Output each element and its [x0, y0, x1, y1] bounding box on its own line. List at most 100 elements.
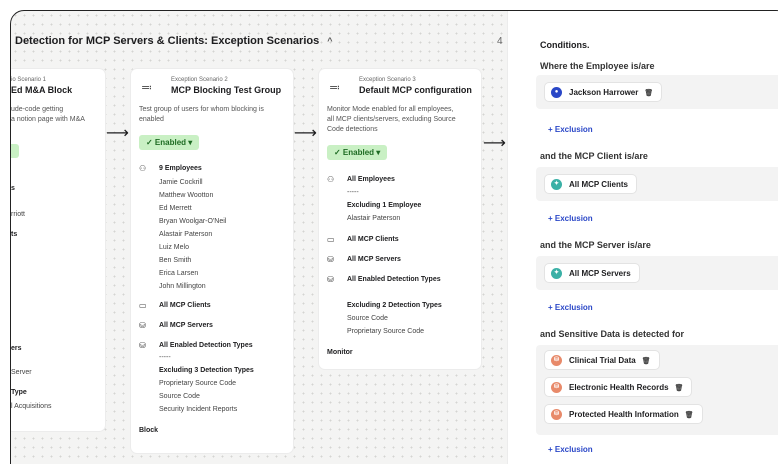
trash-icon[interactable]: 🗑	[685, 411, 694, 419]
database-icon: ⛁	[551, 382, 562, 393]
database-icon: ⛁	[551, 355, 562, 366]
enabled-status-dropdown[interactable]: ✓ Enabled ▾	[139, 135, 200, 150]
database-icon: ⛁	[327, 255, 334, 264]
conditions-panel: Conditions. Where the Employee is/are ● J…	[507, 11, 778, 464]
people-icon: ⚇	[327, 175, 335, 184]
mcp-icon: ✦	[551, 179, 562, 190]
action-label: Monitor	[327, 349, 353, 356]
excluded-type: Proprietary Source Code	[347, 328, 425, 335]
rule-row: s	[11, 185, 15, 192]
employees-heading: 9 Employees	[159, 165, 202, 172]
trash-icon[interactable]: 🗑	[675, 384, 684, 392]
trash-icon[interactable]: 🗑	[644, 89, 653, 97]
chevron-up-icon[interactable]: ^	[327, 36, 332, 46]
section-header[interactable]: Detection for MCP Servers & Clients: Exc…	[15, 35, 332, 47]
sensitive-data-chip[interactable]: ⛁ Protected Health Information 🗑	[544, 404, 703, 424]
employee-name: John Millington	[159, 283, 206, 290]
database-icon: ⛁	[327, 275, 334, 284]
chip-label: Jackson Harrower	[569, 88, 639, 97]
database-icon: ⛁	[551, 409, 562, 420]
employee-name: Matthew Wootton	[159, 192, 214, 199]
scenario-desc-line: enabled	[139, 116, 164, 123]
rule-row: l Acquisitions	[11, 403, 52, 410]
mcp-servers-chip[interactable]: ✦ All MCP Servers	[544, 263, 640, 283]
chip-label: Clinical Trial Data	[569, 356, 636, 365]
mcp-servers-row: All MCP Servers	[159, 322, 213, 329]
monitor-icon: ▭	[139, 301, 147, 310]
employee-name: Erica Larsen	[159, 270, 199, 277]
monitor-icon: ▭	[327, 235, 335, 244]
scenario-desc-line: a notion page with M&A	[11, 116, 85, 123]
arrow-right-icon: ⟶	[294, 123, 317, 142]
database-icon: ⛁	[139, 341, 146, 350]
data-condition-label: and Sensitive Data is detected for	[540, 329, 685, 339]
enabled-status-dropdown[interactable]: ✓ Enabled ▾	[327, 145, 388, 160]
excluded-type: Proprietary Source Code	[159, 380, 237, 387]
chip-label: Electronic Health Records	[569, 383, 669, 392]
add-exclusion-button[interactable]: + Exclusion	[548, 303, 593, 312]
employee-name: Jamie Cockrill	[159, 179, 203, 186]
scenario-title: MCP Blocking Test Group	[171, 85, 282, 95]
client-condition-label: and the MCP Client is/are	[540, 151, 648, 161]
scenario-label: Exception Scenario 3	[359, 77, 416, 83]
sensitive-data-chip[interactable]: ⛁ Clinical Trial Data 🗑	[544, 350, 660, 370]
trash-icon[interactable]: 🗑	[642, 357, 651, 365]
rule-row: Type	[11, 389, 27, 396]
excluded-employee: Alastair Paterson	[347, 215, 401, 222]
add-exclusion-button[interactable]: + Exclusion	[548, 445, 593, 454]
database-icon: ⛁	[139, 321, 146, 330]
add-exclusion-button[interactable]: + Exclusion	[548, 214, 593, 223]
enabled-badge[interactable]	[11, 144, 19, 158]
scenario-title: Default MCP configuration	[359, 85, 472, 95]
mcp-clients-chip[interactable]: ✦ All MCP Clients	[544, 174, 637, 194]
excluded-type: Source Code	[347, 315, 388, 322]
rule-row: ers	[11, 345, 22, 352]
arrow-right-icon: ⟶	[483, 133, 506, 152]
excluding-heading: Excluding 2 Detection Types	[347, 302, 442, 309]
scenario-card-3[interactable]: ≕ Exception Scenario 3 Default MCP confi…	[319, 69, 481, 369]
mcp-icon: ✦	[551, 268, 562, 279]
employee-name: Luiz Melo	[159, 244, 189, 251]
scenario-desc-line: Code detections	[327, 126, 378, 133]
employee-name: Ben Smith	[159, 257, 192, 264]
arrow-right-icon: ⟶	[106, 123, 129, 142]
excluded-type: Source Code	[159, 393, 200, 400]
scenario-desc-line: all MCP clients/servers, excluding Sourc…	[327, 116, 456, 123]
rule-row: rriott	[11, 211, 25, 218]
excluding-heading: Excluding 3 Detection Types	[159, 367, 254, 374]
excluded-type: Security Incident Reports	[159, 406, 238, 413]
action-label: Block	[139, 427, 159, 434]
employee-condition-label: Where the Employee is/are	[540, 61, 655, 71]
employee-chip[interactable]: ● Jackson Harrower 🗑	[544, 82, 663, 102]
client-condition-box: ✦ All MCP Clients	[536, 167, 778, 201]
canvas-window: Detection for MCP Servers & Clients: Exc…	[10, 10, 778, 464]
chip-label: Protected Health Information	[569, 410, 679, 419]
mcp-clients-row: All MCP Clients	[159, 302, 211, 309]
scenario-card-2[interactable]: ≕ Exception Scenario 2 MCP Blocking Test…	[131, 69, 293, 453]
scenario-icon: ≕	[329, 81, 340, 94]
sensitive-data-chip[interactable]: ⛁ Electronic Health Records 🗑	[544, 377, 693, 397]
separator-dashes: -----	[159, 354, 171, 361]
screen: Detection for MCP Servers & Clients: Exc…	[0, 0, 778, 464]
scenario-title: Ed M&A Block	[11, 85, 73, 95]
detection-types-row: All Enabled Detection Types	[347, 276, 441, 283]
scenario-desc-line: ude-code getting	[11, 106, 64, 113]
employees-heading: All Employees	[347, 176, 395, 183]
mcp-servers-row: All MCP Servers	[347, 256, 401, 263]
rule-row: Server	[11, 369, 32, 376]
section-title: Detection for MCP Servers & Clients: Exc…	[15, 35, 320, 47]
mcp-clients-row: All MCP Clients	[347, 236, 399, 243]
scenario-label: Exception Scenario 2	[171, 77, 228, 83]
chip-label: All MCP Clients	[569, 180, 628, 189]
detection-types-row: All Enabled Detection Types	[159, 342, 253, 349]
scenario-card-1[interactable]: io Scenario 1 Ed M&A Block ude-code gett…	[11, 69, 105, 431]
user-avatar-icon: ●	[551, 87, 562, 98]
scenario-label: io Scenario 1	[11, 77, 47, 83]
excluding-heading: Excluding 1 Employee	[347, 202, 422, 209]
data-condition-box: ⛁ Clinical Trial Data 🗑 ⛁ Electronic Health…	[536, 345, 778, 435]
separator-dashes: -----	[347, 189, 359, 196]
add-exclusion-button[interactable]: + Exclusion	[548, 125, 593, 134]
scenario-icon: ≕	[141, 81, 152, 94]
employee-name: Ed Merrett	[159, 205, 192, 212]
server-condition-label: and the MCP Server is/are	[540, 240, 651, 250]
